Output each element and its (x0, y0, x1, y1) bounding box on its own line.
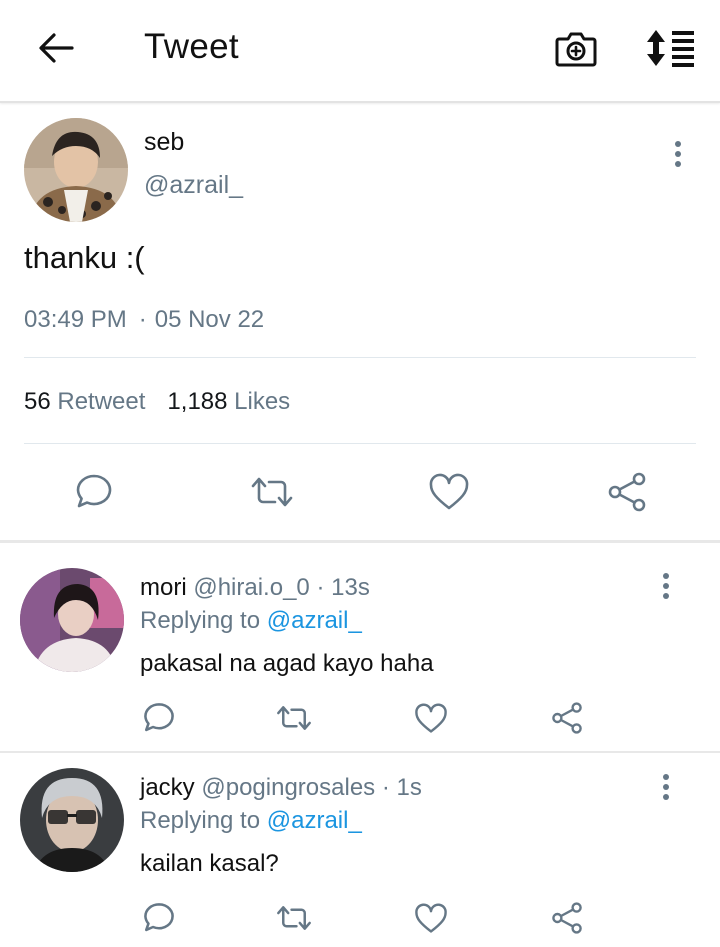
reply-separator: · (316, 574, 325, 601)
like-button[interactable] (412, 900, 450, 936)
timestamp-separator: · (138, 306, 147, 333)
like-count: 1,188 (167, 388, 228, 415)
retweet-button[interactable] (274, 900, 314, 936)
reply-button[interactable] (140, 700, 178, 736)
replying-to-link[interactable]: @azrail_ (267, 607, 362, 634)
section-separator (0, 751, 720, 753)
replying-to-link[interactable]: @azrail_ (267, 807, 362, 834)
divider (24, 357, 696, 358)
replying-to: Replying to @azrail_ (140, 807, 362, 835)
reply-header: jacky @pogingrosales · 1s (140, 774, 422, 802)
retweet-button[interactable] (274, 700, 314, 736)
back-button[interactable] (32, 26, 80, 70)
section-separator (0, 540, 720, 543)
reply-icon (76, 474, 112, 508)
replying-to-prefix: Replying to (140, 607, 261, 634)
heart-icon (429, 473, 469, 510)
tweet-timestamp: 03:49 PM · 05 Nov 22 (24, 306, 264, 334)
reply-author-handle[interactable]: @hirai.o_0 (193, 574, 309, 601)
avatar[interactable] (24, 118, 128, 222)
sort-replies-button[interactable] (644, 24, 700, 72)
retweet-count: 56 (24, 388, 51, 415)
avatar-image (24, 118, 128, 222)
share-button[interactable] (548, 900, 586, 936)
reply-time: 13s (331, 574, 370, 601)
camera-plus-icon (555, 32, 597, 67)
more-vertical-icon (663, 573, 669, 579)
share-button[interactable] (604, 470, 650, 514)
author-handle[interactable]: @azrail_ (144, 171, 243, 200)
share-icon (552, 702, 582, 734)
reply-separator: · (381, 774, 390, 801)
more-vertical-icon (675, 141, 681, 147)
reply-button[interactable] (140, 900, 178, 936)
reply-text: kailan kasal? (140, 850, 279, 877)
reply-author-name[interactable]: mori (140, 574, 187, 601)
tweet-text: thanku :( (24, 240, 145, 275)
retweet-label: Retweet (57, 388, 146, 415)
avatar-image (20, 568, 124, 672)
tweet-date: 05 Nov 22 (154, 306, 265, 333)
top-app-bar: Tweet (0, 0, 720, 103)
author-name[interactable]: seb (144, 128, 184, 157)
retweet-icon (251, 477, 293, 507)
like-button[interactable] (426, 470, 472, 514)
replying-to-prefix: Replying to (140, 807, 261, 834)
share-icon (608, 472, 646, 512)
avatar-image (20, 768, 124, 872)
divider (24, 443, 696, 444)
reply-options-button[interactable] (650, 566, 682, 606)
share-icon (552, 902, 582, 934)
tweet-time: 03:49 PM (24, 306, 127, 333)
reply-button[interactable] (72, 470, 116, 514)
reply-options-button[interactable] (650, 767, 682, 807)
heart-icon (415, 702, 447, 733)
reply-header: mori @hirai.o_0 · 13s (140, 574, 370, 602)
arrow-left-icon (39, 33, 74, 63)
reply-time: 1s (396, 774, 422, 801)
like-button[interactable] (412, 700, 450, 736)
tweet-stats: 56 Retweet 1,188 Likes (24, 388, 290, 416)
retweet-icon (277, 706, 311, 730)
retweet-button[interactable] (248, 470, 296, 514)
tweet-options-button[interactable] (662, 134, 694, 174)
like-label: Likes (234, 388, 291, 415)
like-stat[interactable]: 1,188 Likes (167, 388, 290, 415)
camera-button[interactable] (552, 26, 600, 70)
page-title: Tweet (144, 27, 239, 66)
reply-icon (144, 903, 174, 932)
avatar[interactable] (20, 768, 124, 872)
avatar[interactable] (20, 568, 124, 672)
reply-text: pakasal na agad kayo haha (140, 650, 434, 677)
reply-icon (144, 703, 174, 732)
heart-icon (415, 902, 447, 933)
share-button[interactable] (548, 700, 586, 736)
reply-author-name[interactable]: jacky (140, 774, 195, 801)
retweet-stat[interactable]: 56 Retweet (24, 388, 145, 415)
sort-list-icon (647, 30, 694, 67)
retweet-icon (277, 906, 311, 930)
replying-to: Replying to @azrail_ (140, 607, 362, 635)
reply-author-handle[interactable]: @pogingrosales (201, 774, 375, 801)
more-vertical-icon (663, 774, 669, 780)
